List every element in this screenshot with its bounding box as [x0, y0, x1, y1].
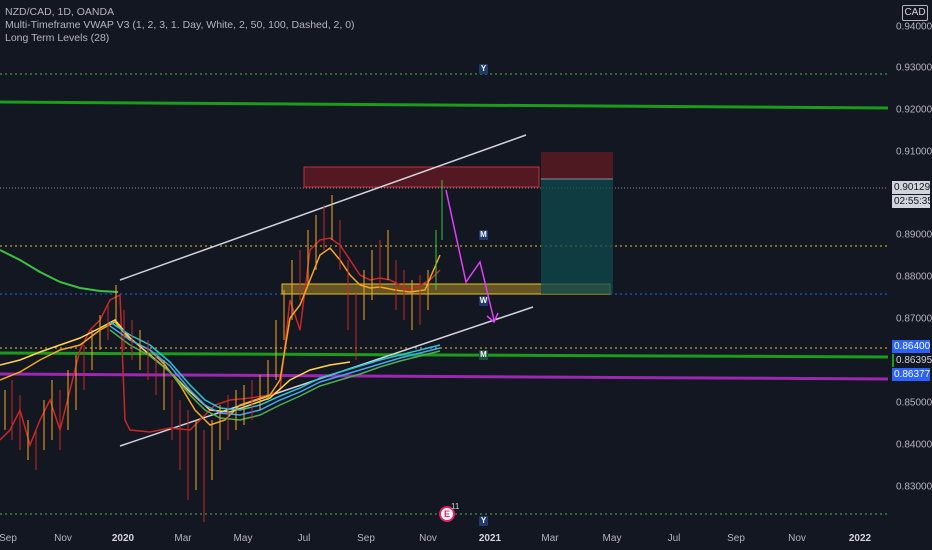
- weekly-level-marker: W: [479, 296, 488, 306]
- price-tick: 0.89000: [896, 229, 932, 241]
- channel-upper-line[interactable]: [119, 134, 527, 281]
- price-tick: 0.91000: [896, 146, 932, 158]
- monthly-level-marker-low: M: [479, 350, 488, 360]
- price-tick: 0.88000: [896, 271, 932, 283]
- last-price-label: 0.90129: [892, 181, 931, 194]
- long-term-level-purple[interactable]: [0, 372, 888, 381]
- time-scale[interactable]: Sep Nov 2020 Mar May Jul Sep Nov 2021 Ma…: [0, 530, 888, 550]
- yearly-level-marker-top: Y: [479, 64, 488, 74]
- symbol-title[interactable]: NZD/CAD, 1D, OANDA: [5, 6, 355, 19]
- event-count: 11: [451, 502, 460, 511]
- price-tick: 0.84000: [896, 439, 932, 451]
- indicator-levels-label[interactable]: Long Term Levels (28): [5, 32, 355, 45]
- price-tick: 0.83000: [896, 481, 932, 493]
- position-stop-zone[interactable]: [541, 152, 613, 179]
- time-label-year: 2021: [478, 533, 502, 544]
- level-price-label-purple: 0.86377: [892, 368, 931, 381]
- long-term-level-green-top[interactable]: [0, 100, 888, 110]
- time-label: Mar: [174, 533, 192, 544]
- chart-legend: NZD/CAD, 1D, OANDA Multi-Timeframe VWAP …: [5, 6, 355, 45]
- band-teal: [109, 321, 441, 411]
- bar-countdown-label: 02:55:35: [892, 195, 932, 208]
- time-label: May: [233, 533, 253, 544]
- price-tick: 0.92000: [896, 104, 932, 116]
- monthly-level-marker: M: [479, 230, 488, 240]
- indicator-vwap-label[interactable]: Multi-Timeframe VWAP V3 (1, 2, 3, 1. Day…: [5, 19, 355, 32]
- position-target-zone[interactable]: [541, 179, 613, 294]
- long-term-level-green-low[interactable]: [0, 351, 888, 359]
- time-label: May: [602, 533, 622, 544]
- time-label: Jul: [667, 533, 681, 544]
- candles[interactable]: [4, 180, 443, 522]
- ma-orange: [0, 246, 441, 426]
- price-tick: 0.93000: [896, 62, 932, 74]
- time-label: Nov: [788, 533, 806, 544]
- level-price-label-blue: 0.86400: [892, 340, 931, 353]
- time-label: Sep: [0, 533, 17, 544]
- currency-button[interactable]: CAD: [902, 5, 928, 21]
- ma-green-long: [0, 249, 119, 293]
- price-tick: 0.94000: [896, 21, 932, 33]
- time-label-year: 2022: [848, 533, 872, 544]
- time-label: Mar: [541, 533, 559, 544]
- yearly-level-marker-bottom: Y: [479, 516, 488, 526]
- time-label-year: 2020: [111, 533, 135, 544]
- price-tick: 0.87000: [896, 313, 932, 325]
- resistance-zone[interactable]: [303, 166, 540, 188]
- time-label: Sep: [727, 533, 745, 544]
- time-label: Jul: [297, 533, 311, 544]
- band-blue: [109, 325, 441, 416]
- price-chart[interactable]: [0, 0, 888, 530]
- price-tick: 0.85000: [896, 397, 932, 409]
- level-price-label-green: 0.86395: [892, 354, 932, 367]
- time-label: Sep: [357, 533, 375, 544]
- time-label: Nov: [54, 533, 72, 544]
- time-label: Nov: [419, 533, 437, 544]
